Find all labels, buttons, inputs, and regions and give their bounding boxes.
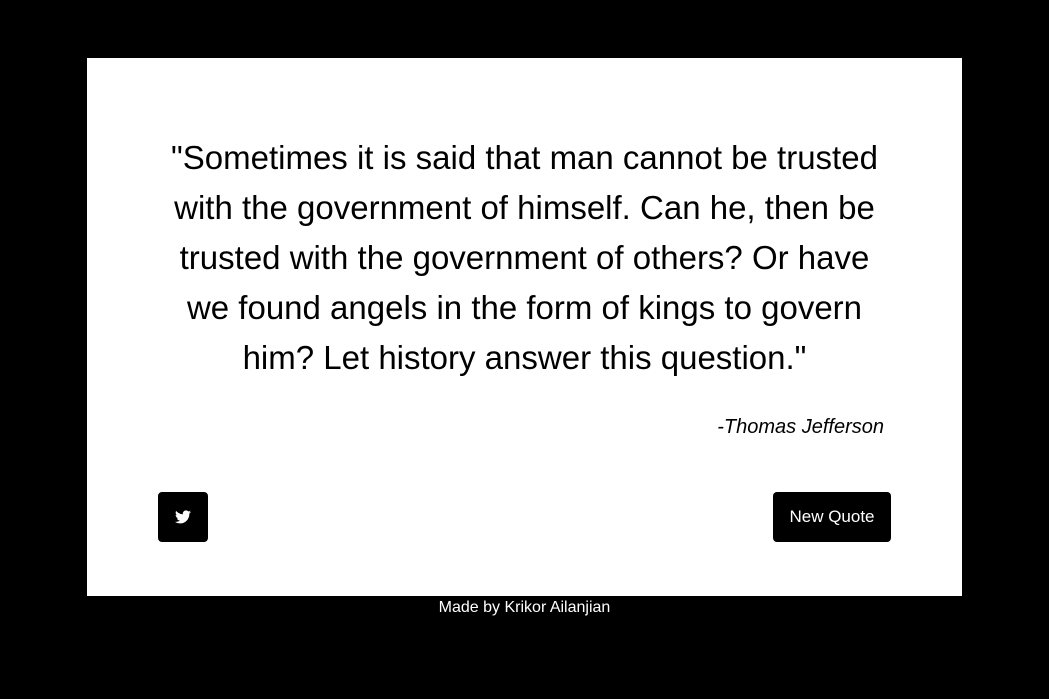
quote-box: "Sometimes it is said that man cannot be… — [87, 58, 962, 596]
quote-text: "Sometimes it is said that man cannot be… — [171, 139, 878, 376]
new-quote-button[interactable]: New Quote — [773, 492, 891, 542]
footer-credit: Made by Krikor Ailanjian — [438, 599, 611, 616]
twitter-icon — [175, 510, 191, 524]
quote-author: -Thomas Jefferson — [717, 416, 884, 438]
page: "Sometimes it is said that man cannot be… — [0, 0, 1049, 699]
tweet-quote-button[interactable] — [158, 492, 208, 542]
